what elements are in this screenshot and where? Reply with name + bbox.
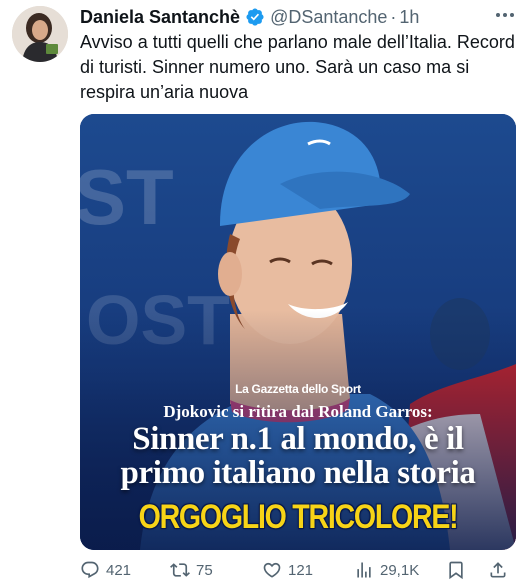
bookmark-icon — [449, 561, 463, 580]
tweet-header: Daniela Santanchè @DSantanche · 1h — [80, 6, 516, 28]
headline: Sinner n.1 al mondo, è il primo italiano… — [80, 422, 516, 490]
repost-icon — [170, 563, 190, 577]
tweet-actions: 421 75 121 29,1K — [80, 558, 518, 582]
like-button[interactable]: 121 — [262, 560, 313, 580]
newspaper-brand: La Gazzetta dello Sport — [235, 382, 361, 396]
avatar-image — [12, 6, 68, 62]
views-button[interactable]: 29,1K — [354, 560, 419, 580]
verified-badge-icon — [246, 8, 264, 26]
views-icon — [357, 562, 371, 578]
tweet-media[interactable]: ST OST La Gazzetta dello Sport Djokovic … — [80, 114, 516, 550]
views-count: 29,1K — [380, 561, 420, 579]
author-avatar[interactable] — [12, 6, 68, 62]
reply-count: 421 — [106, 561, 132, 579]
repost-button[interactable]: 75 — [170, 560, 213, 580]
more-icon[interactable] — [492, 4, 518, 26]
share-icon — [490, 562, 506, 578]
tweet-text: Avviso a tutti quelli che parlano male d… — [80, 32, 515, 102]
like-count: 121 — [288, 561, 314, 579]
share-button[interactable] — [488, 560, 508, 580]
headline-banner: ORGOGLIO TRICOLORE! — [138, 498, 459, 536]
separator-dot: · — [390, 6, 397, 27]
reply-button[interactable]: 421 — [80, 560, 131, 580]
headline-kicker: Djokovic si ritira dal Roland Garros: — [163, 402, 433, 421]
like-icon — [263, 562, 281, 578]
headline-line-2: primo italiano nella storia — [120, 455, 476, 491]
headline-line-1: Sinner n.1 al mondo, è il — [132, 421, 464, 457]
bookmark-button[interactable] — [446, 560, 466, 580]
repost-count: 75 — [196, 561, 213, 579]
reply-icon — [81, 561, 99, 579]
author-handle[interactable]: @DSantanche — [270, 7, 387, 28]
author-name[interactable]: Daniela Santanchè — [80, 7, 240, 28]
timestamp[interactable]: 1h — [399, 7, 419, 28]
